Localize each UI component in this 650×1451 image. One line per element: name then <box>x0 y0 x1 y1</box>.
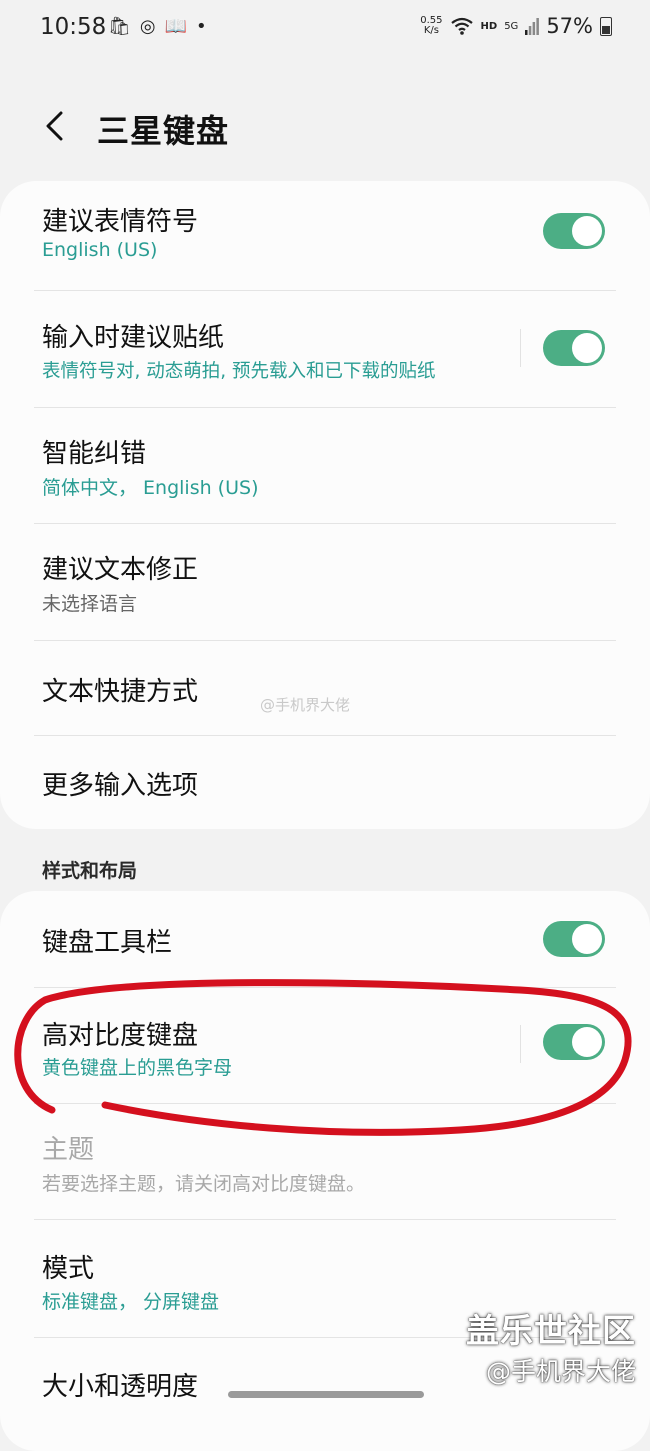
watermark-brand: 盖乐世社区 <box>466 1311 636 1350</box>
annotation-circle <box>14 979 632 1136</box>
watermark-author: @手机界大佬 <box>485 1357 636 1386</box>
home-gesture-bar[interactable] <box>228 1391 424 1398</box>
